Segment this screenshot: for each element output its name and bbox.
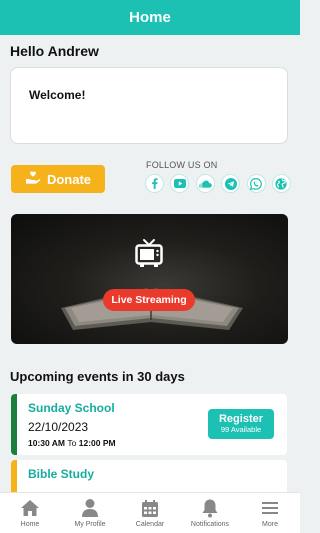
tab-more[interactable]: More	[240, 493, 300, 533]
facebook-icon[interactable]	[145, 174, 164, 193]
page-title: Home	[129, 9, 171, 26]
event-card[interactable]: Sunday School 22/10/2023 10:30 AM To 12:…	[11, 394, 287, 455]
social-links	[145, 174, 291, 194]
greeting-text: Hello Andrew	[10, 43, 99, 59]
tab-label: My Profile	[74, 521, 106, 528]
profile-icon	[81, 498, 99, 518]
tab-label: More	[262, 521, 278, 528]
event-end-time: 12:00 PM	[78, 438, 116, 448]
calendar-icon	[141, 498, 159, 518]
telegram-icon[interactable]	[221, 174, 241, 193]
tab-label: Calendar	[135, 521, 165, 528]
tab-my-profile[interactable]: My Profile	[60, 493, 120, 533]
event-time-separator: To	[67, 438, 77, 448]
youtube-icon[interactable]	[170, 174, 190, 193]
event-date: 22/10/2023	[28, 420, 89, 434]
availability-text: 99 Available	[220, 425, 262, 434]
tab-label: Notifications	[190, 521, 230, 528]
events-section-title: Upcoming events in 30 days	[10, 369, 185, 384]
event-time: 10:30 AM To 12:00 PM	[28, 438, 116, 448]
app-header: Home	[0, 0, 300, 35]
donate-hand-icon	[25, 171, 41, 188]
event-accent-bar	[11, 394, 17, 455]
tab-home[interactable]: Home	[0, 493, 60, 533]
bell-icon	[201, 498, 219, 518]
globe-icon[interactable]	[271, 174, 291, 193]
soundcloud-icon[interactable]	[195, 174, 215, 193]
live-streaming-button[interactable]: Live Streaming	[103, 289, 195, 311]
donate-label: Donate	[46, 171, 92, 187]
event-name: Bible Study	[28, 467, 95, 481]
home-icon	[20, 498, 40, 518]
register-button[interactable]: Register 99 Available	[208, 409, 274, 439]
tab-label: Home	[20, 521, 40, 528]
welcome-card: Welcome!	[10, 67, 288, 144]
tv-icon	[135, 239, 163, 267]
tab-notifications[interactable]: Notifications	[180, 493, 240, 533]
event-name: Sunday School	[28, 401, 115, 415]
event-start-time: 10:30 AM	[28, 438, 66, 448]
menu-icon	[261, 498, 279, 518]
tab-calendar[interactable]: Calendar	[120, 493, 180, 533]
donate-button[interactable]: Donate	[11, 165, 105, 193]
welcome-text: Welcome!	[29, 88, 86, 102]
whatsapp-icon[interactable]	[246, 174, 266, 193]
live-streaming-card[interactable]: Live Streaming	[11, 214, 288, 344]
follow-us-label: FOLLOW US ON	[146, 160, 218, 170]
bottom-tab-bar: Home My Profile Calendar Notifications M…	[0, 492, 300, 533]
register-label: Register	[218, 413, 264, 425]
